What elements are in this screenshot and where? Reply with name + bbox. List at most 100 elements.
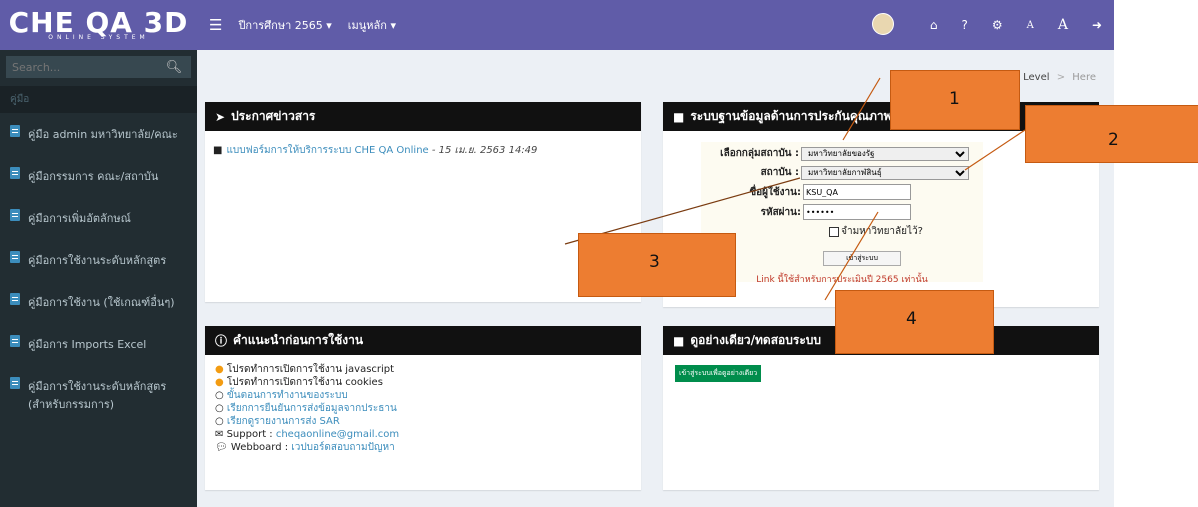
username-row: ชื่อผู้ใช้งาน: bbox=[701, 184, 911, 200]
submit-wrap: เข้าสู่ระบบ bbox=[741, 245, 983, 266]
help-icon[interactable]: ? bbox=[961, 18, 967, 32]
support-email-link[interactable]: cheqaonline@gmail.com bbox=[276, 429, 399, 440]
tips-title: คำแนะนำก่อนการใช้งาน bbox=[233, 333, 364, 347]
breadcrumb-separator: > bbox=[1056, 72, 1066, 83]
remember-label: จำมหาวิทยาลัยไว้? bbox=[841, 226, 923, 237]
tip-item: ○ เรียกดูรายงานการส่ง SAR bbox=[215, 415, 631, 428]
tip-prefix: โปรดทำการเปิดการใช้งาน bbox=[226, 364, 346, 375]
sidebar-item-label: คู่มือ admin มหาวิทยาลัย/คณะ bbox=[28, 128, 178, 141]
annotation-box-4: 4 bbox=[835, 290, 994, 354]
breadcrumb: ◉ Level > Here bbox=[1011, 72, 1096, 83]
confirmation-link[interactable]: เรียกการยืนยันการส่งข้อมูลจากประธาน bbox=[227, 403, 397, 414]
institution-group-select[interactable]: มหาวิทยาลัยของรัฐ bbox=[801, 146, 969, 161]
font-decrease-button[interactable]: A bbox=[1027, 20, 1034, 31]
avatar-icon bbox=[871, 12, 894, 35]
view-only-login-button[interactable]: เข้าสู่ระบบเพื่อดูอย่างเดียว bbox=[675, 365, 762, 382]
navbar-right: ⌂ ? ⚙ A A ➜ bbox=[848, 0, 1114, 50]
sidebar-item-identity-manual[interactable]: คู่มือการเพิ่มอัตลักษณ์ bbox=[0, 197, 197, 239]
sidebar-header: คู่มือ bbox=[0, 86, 197, 113]
tip-link: javascript bbox=[345, 364, 395, 375]
settings-icon[interactable]: ⚙ bbox=[992, 18, 1003, 32]
circle-icon: ○ bbox=[215, 403, 224, 414]
search-input[interactable] bbox=[6, 56, 157, 78]
webboard-prefix: Webboard : bbox=[230, 442, 292, 453]
annotation-box-3: 3 bbox=[578, 233, 736, 297]
home-icon[interactable]: ⌂ bbox=[930, 18, 938, 32]
document-icon bbox=[10, 209, 20, 221]
sidebar-item-curriculum-committee-manual[interactable]: คู่มือการใช้งานระดับหลักสูตร (สำหรับกรรม… bbox=[0, 365, 197, 425]
top-navbar: ☰ ปีการศึกษา 2565 ▾ เมนูหลัก ▾ ⌂ ? ⚙ A A… bbox=[197, 0, 1114, 50]
group-label: เลือกกลุ่มสถาบัน : bbox=[720, 148, 799, 159]
sidebar-item-label: คู่มือการใช้งานระดับหลักสูตร bbox=[28, 254, 167, 267]
info-circle-icon: ⓘ bbox=[215, 334, 228, 348]
tip-item: ✉ Support : cheqaonline@gmail.com bbox=[215, 428, 631, 441]
login-submit-button[interactable]: เข้าสู่ระบบ bbox=[823, 251, 901, 266]
info-icon: ● bbox=[215, 377, 224, 388]
tip-link: cookies bbox=[345, 377, 383, 388]
search-button[interactable]: 🔍︎ bbox=[157, 56, 191, 78]
sidebar-item-curriculum-manual[interactable]: คู่มือการใช้งานระดับหลักสูตร bbox=[0, 239, 197, 281]
news-box-title: ➤ ประกาศข่าวสาร bbox=[205, 102, 641, 131]
logout-icon[interactable]: ➜ bbox=[1092, 18, 1102, 32]
sidebar-item-other-criteria-manual[interactable]: คู่มือการใช้งาน (ใช้เกณฑ์อื่นๆ) bbox=[0, 281, 197, 323]
news-item-link[interactable]: แบบฟอร์มการให้บริการระบบ CHE QA Online bbox=[226, 145, 428, 156]
group-row: เลือกกลุ่มสถาบัน : มหาวิทยาลัยของรัฐ bbox=[701, 146, 969, 161]
login-title: ระบบฐานข้อมูลด้านการประกันคุณภาพ bbox=[690, 109, 892, 123]
tip-item: ● โปรดทำการเปิดการใช้งาน cookies bbox=[215, 376, 631, 389]
institution-label: สถาบัน : bbox=[760, 167, 799, 178]
remember-checkbox[interactable] bbox=[829, 226, 840, 237]
logo[interactable]: CHE QA 3D ONLINE SYSTEM bbox=[0, 0, 197, 50]
tip-item: ○ ขั้นตอนการทำงานของระบบ bbox=[215, 389, 631, 402]
support-prefix: Support : bbox=[226, 429, 276, 440]
breadcrumb-level[interactable]: Level bbox=[1023, 72, 1049, 83]
academic-year-dropdown[interactable]: ปีการศึกษา 2565 ▾ bbox=[238, 16, 331, 34]
login-form: เลือกกลุ่มสถาบัน : มหาวิทยาลัยของรัฐ สถา… bbox=[701, 142, 983, 285]
sidebar-item-label: คู่มือกรรมการ คณะ/สถาบัน bbox=[28, 170, 159, 183]
megaphone-icon: ➤ bbox=[215, 109, 226, 124]
annotation-label: 3 bbox=[649, 252, 660, 272]
annotation-label: 1 bbox=[949, 89, 960, 109]
webboard-link[interactable]: เวปบอร์ดสอบถามปัญหา bbox=[291, 442, 394, 453]
sidebar-item-import-excel-manual[interactable]: คู่มือการ Imports Excel bbox=[0, 323, 197, 365]
tip-item: 💬︎ Webboard : เวปบอร์ดสอบถามปัญหา bbox=[215, 441, 631, 454]
search-form: 🔍︎ bbox=[6, 56, 191, 78]
bullet-icon: ■ bbox=[213, 145, 223, 156]
document-icon bbox=[10, 293, 20, 305]
sidebar: CHE QA 3D ONLINE SYSTEM 🔍︎ คู่มือ คู่มือ… bbox=[0, 0, 197, 507]
password-row: รหัสผ่าน: bbox=[701, 204, 911, 220]
document-icon bbox=[10, 335, 20, 347]
envelope-icon: ✉ bbox=[215, 429, 224, 440]
user-avatar[interactable] bbox=[860, 12, 906, 38]
annotation-box-2: 2 bbox=[1025, 105, 1198, 163]
book-icon: ■ bbox=[673, 109, 685, 124]
main-menu-dropdown[interactable]: เมนูหลัก ▾ bbox=[348, 16, 396, 34]
username-input[interactable] bbox=[803, 184, 911, 200]
news-list: ■ แบบฟอร์มการให้บริการระบบ CHE QA Online … bbox=[205, 131, 641, 170]
workflow-link[interactable]: ขั้นตอนการทำงานของระบบ bbox=[227, 390, 348, 401]
document-icon bbox=[10, 167, 20, 179]
breadcrumb-here: Here bbox=[1072, 72, 1096, 83]
tip-prefix: โปรดทำการเปิดการใช้งาน bbox=[226, 377, 346, 388]
comments-icon: 💬︎ bbox=[215, 442, 228, 453]
annotation-label: 2 bbox=[1108, 130, 1119, 150]
sidebar-item-committee-manual[interactable]: คู่มือกรรมการ คณะ/สถาบัน bbox=[0, 155, 197, 197]
sidebar-item-label: คู่มือการใช้งาน (ใช้เกณฑ์อื่นๆ) bbox=[28, 296, 175, 309]
search-icon: 🔍︎ bbox=[165, 59, 183, 75]
font-increase-button[interactable]: A bbox=[1058, 17, 1068, 33]
sidebar-item-admin-manual[interactable]: คู่มือ admin มหาวิทยาลัย/คณะ bbox=[0, 113, 197, 155]
document-icon bbox=[10, 251, 20, 263]
password-input[interactable] bbox=[803, 204, 911, 220]
sidebar-item-label: คู่มือการเพิ่มอัตลักษณ์ bbox=[28, 212, 131, 225]
circle-icon: ○ bbox=[215, 416, 224, 427]
logo-title: CHE QA 3D bbox=[8, 5, 189, 39]
institution-select[interactable]: มหาวิทยาลัยกาฬสินธุ์ bbox=[801, 165, 969, 180]
news-title: ประกาศข่าวสาร bbox=[231, 109, 316, 123]
tips-box-title: ⓘ คำแนะนำก่อนการใช้งาน bbox=[205, 326, 641, 355]
evaluation-year-note: Link นี้ใช้สำหรับการประเมินปี 2565 เท่าน… bbox=[756, 275, 928, 285]
circle-icon: ○ bbox=[215, 390, 224, 401]
book-icon: ■ bbox=[673, 333, 685, 348]
tips-list: ● โปรดทำการเปิดการใช้งาน javascript ● โป… bbox=[205, 355, 641, 462]
password-label: รหัสผ่าน: bbox=[760, 206, 801, 218]
menu-toggle-icon[interactable]: ☰ bbox=[209, 16, 222, 34]
sar-report-link[interactable]: เรียกดูรายงานการส่ง SAR bbox=[227, 416, 340, 427]
